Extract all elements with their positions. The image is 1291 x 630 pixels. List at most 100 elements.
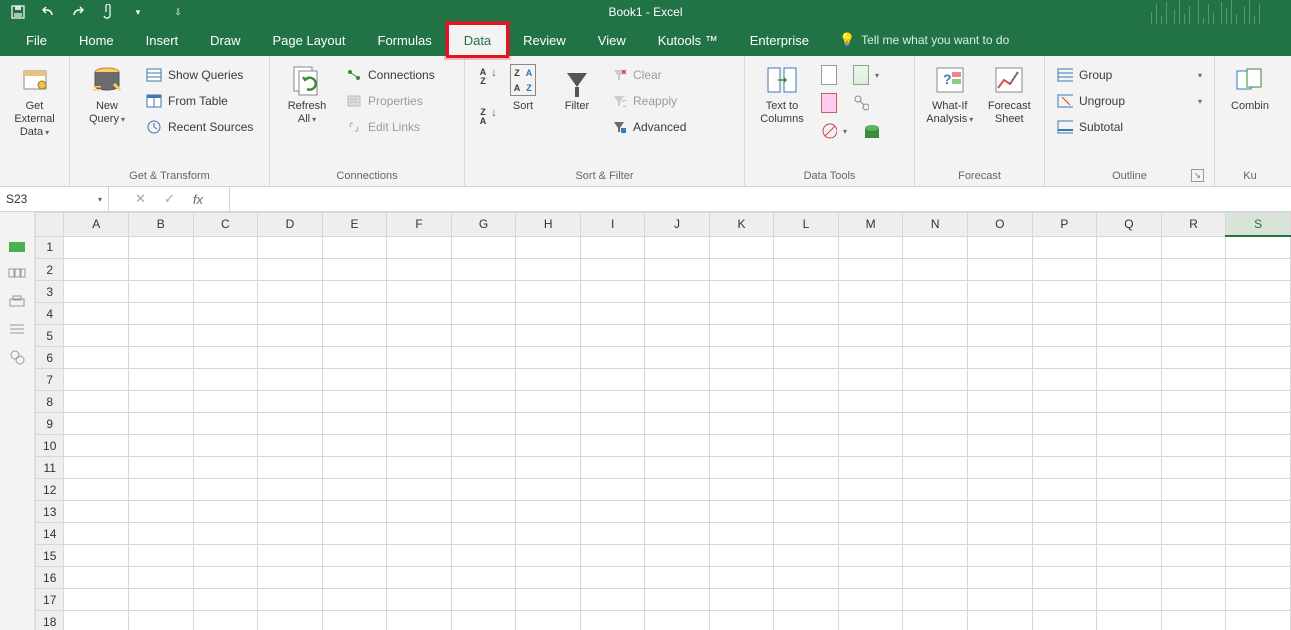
cell[interactable] [580, 303, 644, 325]
cell[interactable] [1226, 303, 1291, 325]
cell[interactable] [645, 611, 709, 630]
cell[interactable] [903, 435, 968, 457]
cell[interactable] [774, 611, 838, 630]
cell[interactable] [580, 545, 644, 567]
cell[interactable] [967, 457, 1032, 479]
cell[interactable] [322, 325, 387, 347]
cell[interactable] [258, 523, 323, 545]
cell[interactable] [193, 259, 258, 281]
cell[interactable] [1097, 479, 1162, 501]
show-queries-button[interactable]: Show Queries [142, 64, 257, 86]
cell[interactable] [128, 281, 193, 303]
cell[interactable] [1226, 611, 1291, 630]
cell[interactable] [128, 435, 193, 457]
column-header[interactable]: F [387, 213, 452, 237]
cell[interactable] [193, 435, 258, 457]
cell[interactable] [1161, 501, 1226, 523]
cell[interactable] [451, 523, 516, 545]
cell[interactable] [1032, 523, 1097, 545]
cell[interactable] [1032, 479, 1097, 501]
cell[interactable] [903, 479, 968, 501]
cell[interactable] [128, 325, 193, 347]
tab-formulas[interactable]: Formulas [362, 24, 448, 56]
row-header[interactable]: 11 [36, 457, 64, 479]
cell[interactable] [580, 281, 644, 303]
cell[interactable] [1161, 567, 1226, 589]
cell[interactable] [903, 347, 968, 369]
tab-data[interactable]: Data [448, 24, 507, 56]
cell[interactable] [64, 523, 129, 545]
cell[interactable] [64, 545, 129, 567]
cell[interactable] [387, 325, 452, 347]
cell[interactable] [258, 457, 323, 479]
cell[interactable] [838, 303, 903, 325]
cell[interactable] [1161, 347, 1226, 369]
cell[interactable] [258, 259, 323, 281]
enter-icon[interactable]: ✓ [164, 191, 175, 207]
cell[interactable] [645, 259, 709, 281]
cell[interactable] [967, 501, 1032, 523]
cell[interactable] [64, 281, 129, 303]
cell[interactable] [903, 281, 968, 303]
text-to-columns-button[interactable]: Text to Columns [753, 60, 811, 126]
column-header[interactable]: H [516, 213, 581, 237]
cell[interactable] [193, 369, 258, 391]
cell[interactable] [645, 589, 709, 611]
remove-duplicates-button[interactable] [817, 92, 841, 114]
cell[interactable] [387, 435, 452, 457]
cell[interactable] [774, 236, 838, 259]
redo-icon[interactable] [70, 4, 86, 20]
cell[interactable] [451, 259, 516, 281]
cell[interactable] [580, 236, 644, 259]
cell[interactable] [903, 259, 968, 281]
cell[interactable] [838, 523, 903, 545]
row-header[interactable]: 6 [36, 347, 64, 369]
cell[interactable] [64, 611, 129, 630]
cell[interactable] [1097, 369, 1162, 391]
row-header[interactable]: 13 [36, 501, 64, 523]
cell[interactable] [258, 567, 323, 589]
column-header[interactable]: E [322, 213, 387, 237]
cell[interactable] [451, 347, 516, 369]
cell[interactable] [193, 281, 258, 303]
cell[interactable] [580, 523, 644, 545]
cell[interactable] [451, 567, 516, 589]
cell[interactable] [516, 611, 581, 630]
cell[interactable] [322, 589, 387, 611]
cell[interactable] [193, 347, 258, 369]
cell[interactable] [645, 236, 709, 259]
cell[interactable] [451, 369, 516, 391]
cell[interactable] [645, 479, 709, 501]
cell[interactable] [967, 435, 1032, 457]
cell[interactable] [322, 611, 387, 630]
cell[interactable] [128, 369, 193, 391]
cell[interactable] [451, 611, 516, 630]
cell[interactable] [1097, 501, 1162, 523]
cell[interactable] [1097, 413, 1162, 435]
cell[interactable] [387, 391, 452, 413]
cell[interactable] [128, 611, 193, 630]
cell[interactable] [1226, 501, 1291, 523]
cell[interactable] [64, 479, 129, 501]
cell[interactable] [645, 501, 709, 523]
cell[interactable] [903, 523, 968, 545]
column-header[interactable]: L [774, 213, 838, 237]
cell[interactable] [1161, 303, 1226, 325]
manage-data-model-button[interactable] [859, 120, 883, 142]
cell[interactable] [1161, 479, 1226, 501]
formula-input[interactable] [230, 187, 1291, 211]
cell[interactable] [1161, 589, 1226, 611]
cell[interactable] [322, 435, 387, 457]
cell[interactable] [903, 303, 968, 325]
cell[interactable] [516, 545, 581, 567]
cell[interactable] [1032, 457, 1097, 479]
cell[interactable] [128, 457, 193, 479]
cell[interactable] [967, 259, 1032, 281]
cell[interactable] [258, 369, 323, 391]
row-header[interactable]: 16 [36, 567, 64, 589]
recent-sources-button[interactable]: Recent Sources [142, 116, 257, 138]
cell[interactable] [387, 303, 452, 325]
subtotal-button[interactable]: Subtotal [1053, 116, 1206, 138]
combine-button[interactable]: Combin [1223, 60, 1277, 113]
cell[interactable] [709, 259, 774, 281]
